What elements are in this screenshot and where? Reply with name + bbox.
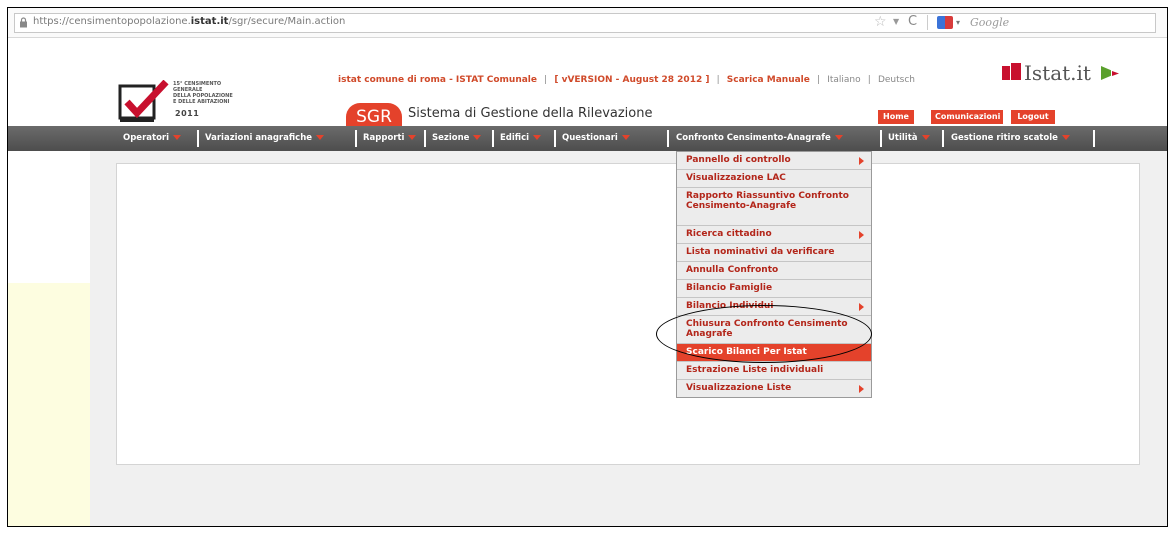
lang-deutsch-link[interactable]: Deutsch [878,75,915,85]
menu-item-estrazione-liste[interactable]: Estrazione Liste individuali [677,362,871,380]
lang-italiano-link[interactable]: Italiano [827,75,860,85]
nav-gestione-ritiro-scatole[interactable]: Gestione ritiro scatole [951,126,1070,151]
menu-item-pannello-di-controllo[interactable]: Pannello di controllo [677,152,871,170]
nav-edifici[interactable]: Edifici [500,126,542,151]
nav-sezione[interactable]: Sezione [432,126,482,151]
comunicazioni-button[interactable]: Comunicazioni [931,110,1003,124]
dropdown-arrow-icon [921,135,930,140]
menu-item-chiusura-confronto[interactable]: Chiusura Confronto Censimento Anagrafe [677,316,871,344]
submenu-arrow-icon [859,156,864,165]
chevron-down-icon[interactable]: ▾ [956,18,960,27]
menu-item-rapporto-riassuntivo[interactable]: Rapporto Riassuntivo Confronto Censiment… [677,188,871,226]
browser-window: https://censimentopopolazione.istat.it/s… [7,7,1168,527]
nav-divider [424,130,426,147]
menu-item-visualizzazione-lac[interactable]: Visualizzazione LAC [677,170,871,188]
dropdown-arrow-icon [533,135,542,140]
submenu-arrow-icon [859,230,864,239]
history-dropdown-icon[interactable]: ▼ [893,17,899,26]
nav-divider [492,130,494,147]
nav-confronto-censimento-anagrafe[interactable]: Confronto Censimento-Anagrafe [676,126,843,151]
dropdown-arrow-icon [408,135,417,140]
census-logo-icon [118,80,169,122]
nav-questionari[interactable]: Questionari [562,126,630,151]
home-button[interactable]: Home [878,110,914,124]
nav-divider [942,130,944,147]
user-info: istat comune di roma - ISTAT Comunale [338,75,537,85]
nav-operatori[interactable]: Operatori [123,126,182,151]
menu-item-visualizzazione-liste[interactable]: Visualizzazione Liste [677,380,871,397]
app-title: Sistema di Gestione della Rilevazione [408,106,653,121]
istat-brand[interactable]: Istat.it [1024,61,1091,85]
left-panel [8,283,90,526]
main-nav: Operatori Variazioni anagrafiche Rapport… [8,126,1167,151]
dropdown-arrow-icon [834,135,843,140]
version-info: [ vVERSION - August 28 2012 ] [554,75,710,85]
istat-logo-icon [1011,63,1021,80]
istat-flag-icon [1101,66,1111,80]
dropdown-arrow-icon [621,135,630,140]
census-logo-text: 15° CENSIMENTO GENERALE DELLA POPOLAZION… [173,81,233,105]
nav-divider [554,130,556,147]
browser-toolbar: https://censimentopopolazione.istat.it/s… [8,8,1167,38]
reload-icon[interactable]: C [908,14,917,29]
nav-divider [667,130,669,147]
menu-item-scarico-bilanci[interactable]: Scarico Bilanci Per Istat [677,344,871,362]
search-engine-icon[interactable] [937,16,953,29]
header-info-line: istat comune di roma - ISTAT Comunale | … [338,75,915,85]
search-input[interactable]: Google [970,16,1009,29]
dropdown-arrow-icon [1061,135,1070,140]
submenu-arrow-icon [859,302,864,311]
confronto-dropdown-menu: Pannello di controllo Visualizzazione LA… [676,151,872,398]
main-content-area [116,163,1140,465]
nav-divider [880,130,882,147]
nav-divider [1093,130,1095,147]
dropdown-arrow-icon [473,135,482,140]
istat-logo-icon [1002,66,1010,80]
manual-link[interactable]: Scarica Manuale [727,75,810,85]
dropdown-arrow-icon [316,135,325,140]
menu-item-bilancio-famiglie[interactable]: Bilancio Famiglie [677,280,871,298]
submenu-arrow-icon [859,384,864,393]
address-bar[interactable]: https://censimentopopolazione.istat.it/s… [14,13,1156,33]
bookmark-star-icon[interactable]: ☆ [874,14,887,30]
divider [927,15,928,30]
logout-button[interactable]: Logout [1011,110,1055,124]
menu-item-annulla-confronto[interactable]: Annulla Confronto [677,262,871,280]
nav-divider [197,130,199,147]
istat-flag-icon [1112,71,1119,76]
menu-item-lista-nominativi[interactable]: Lista nominativi da verificare [677,244,871,262]
menu-item-bilancio-individui[interactable]: Bilancio Individui [677,298,871,316]
nav-variazioni-anagrafiche[interactable]: Variazioni anagrafiche [205,126,325,151]
dropdown-arrow-icon [173,135,182,140]
census-year: 2011 [175,109,200,118]
lock-icon [20,17,27,28]
nav-utilita[interactable]: Utilità [888,126,930,151]
menu-item-ricerca-cittadino[interactable]: Ricerca cittadino [677,226,871,244]
nav-divider [355,130,357,147]
url-text: https://censimentopopolazione.istat.it/s… [33,16,346,27]
nav-rapporti[interactable]: Rapporti [363,126,417,151]
